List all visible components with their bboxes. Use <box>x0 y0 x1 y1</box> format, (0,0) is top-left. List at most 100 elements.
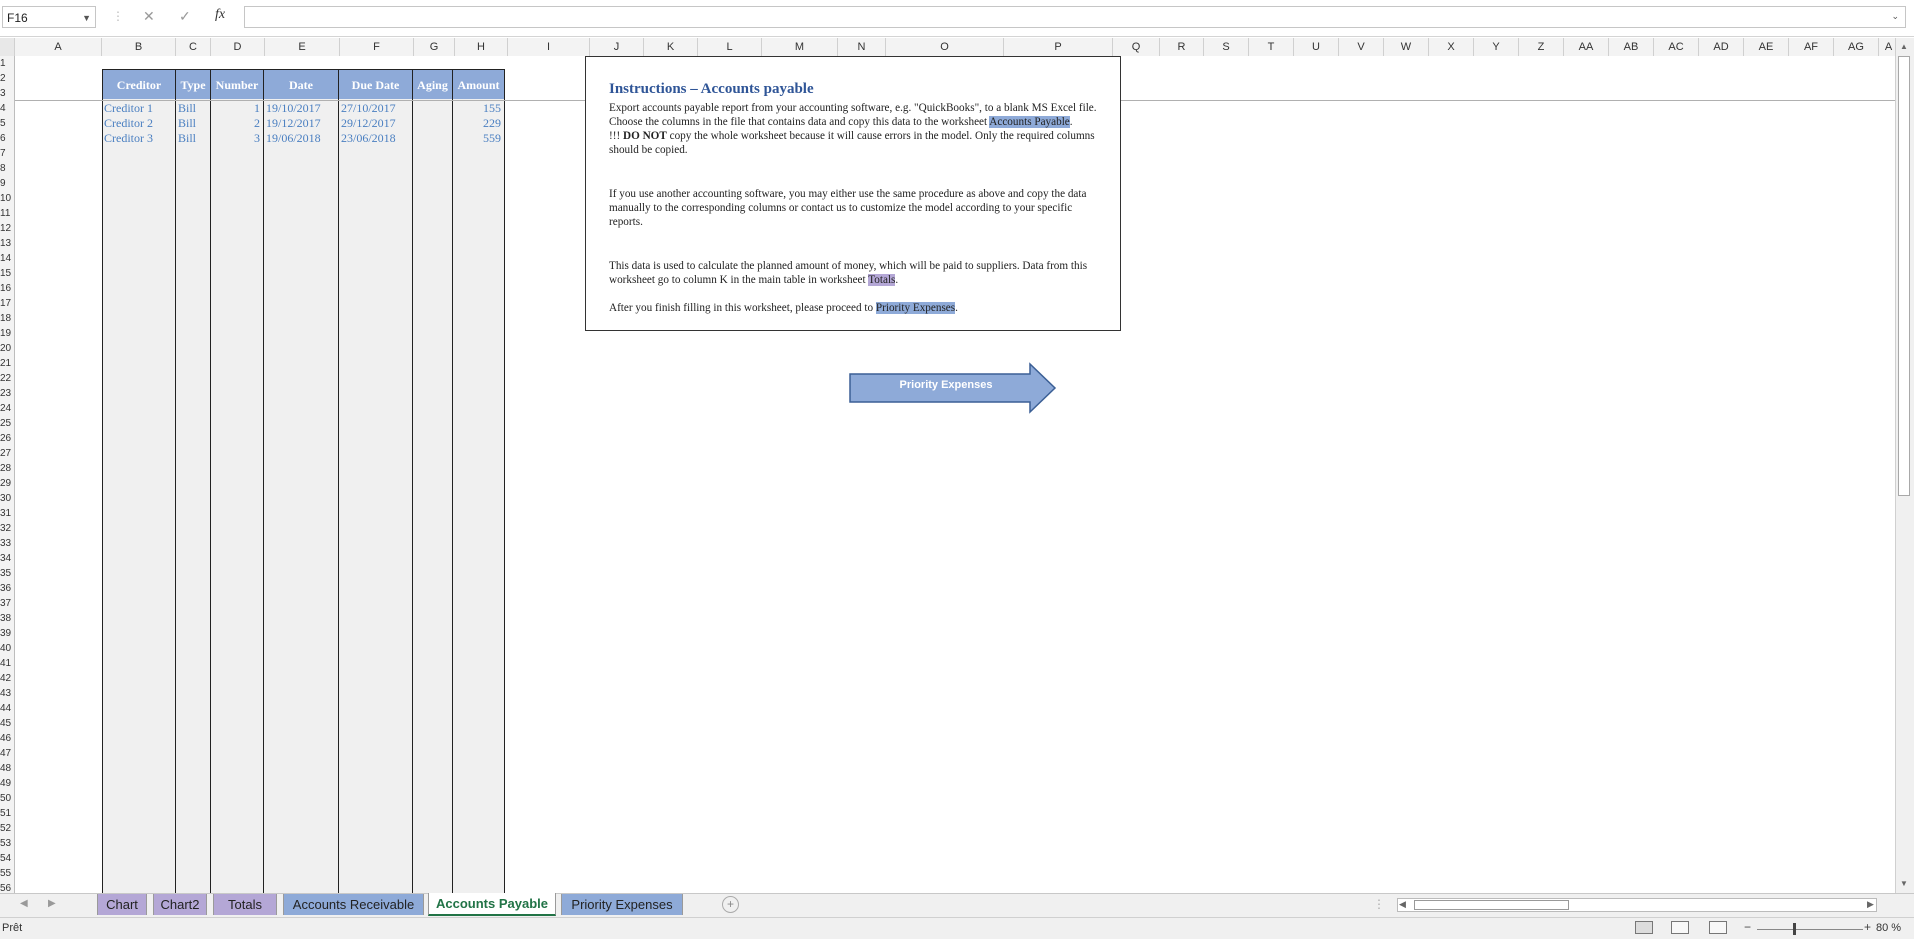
scroll-down-icon[interactable]: ▼ <box>1900 879 1908 888</box>
column-header[interactable]: F <box>340 38 414 56</box>
cell-amount[interactable]: 559 <box>455 131 501 146</box>
row-header[interactable]: 1 <box>0 56 14 71</box>
zoom-level[interactable]: 80 % <box>1876 922 1901 934</box>
row-header[interactable]: 3 <box>0 86 14 101</box>
row-header[interactable]: 23 <box>0 386 14 401</box>
tab-splitter-icon[interactable]: ⋮ <box>1373 897 1385 911</box>
link-accounts-payable[interactable]: Accounts Payable <box>989 116 1070 128</box>
link-totals[interactable]: Totals <box>868 274 896 286</box>
row-header[interactable]: 36 <box>0 581 14 596</box>
row-header[interactable]: 16 <box>0 281 14 296</box>
column-header[interactable]: I <box>508 38 590 56</box>
row-header[interactable]: 51 <box>0 806 14 821</box>
tab-chart[interactable]: Chart <box>97 894 147 915</box>
column-header[interactable]: P <box>1004 38 1113 56</box>
cell-due-date[interactable]: 23/06/2018 <box>341 131 396 146</box>
cell-due-date[interactable]: 29/12/2017 <box>341 116 396 131</box>
column-header[interactable]: X <box>1429 38 1474 56</box>
zoom-slider[interactable] <box>1757 929 1863 930</box>
cell-aging[interactable] <box>415 116 450 131</box>
cell-date[interactable]: 19/06/2018 <box>266 131 321 146</box>
add-sheet-icon[interactable]: + <box>722 896 739 913</box>
header-number[interactable]: Number <box>210 69 264 99</box>
row-header[interactable]: 4 <box>0 101 14 116</box>
row-header[interactable]: 33 <box>0 536 14 551</box>
row-header[interactable]: 56 <box>0 881 14 893</box>
row-header[interactable]: 35 <box>0 566 14 581</box>
column-header[interactable]: Y <box>1474 38 1519 56</box>
select-all-corner[interactable] <box>0 38 15 56</box>
cell-date[interactable]: 19/10/2017 <box>266 101 321 116</box>
row-header[interactable]: 43 <box>0 686 14 701</box>
cell-number[interactable]: 1 <box>212 101 260 116</box>
cell-type[interactable]: Bill <box>178 116 196 131</box>
column-header[interactable]: V <box>1339 38 1384 56</box>
row-header[interactable]: 41 <box>0 656 14 671</box>
row-header[interactable]: 14 <box>0 251 14 266</box>
cell-aging[interactable] <box>415 131 450 146</box>
row-header[interactable]: 24 <box>0 401 14 416</box>
column-header[interactable]: B <box>102 38 176 56</box>
column-header[interactable]: Q <box>1113 38 1160 56</box>
column-header[interactable]: W <box>1384 38 1429 56</box>
row-header[interactable]: 38 <box>0 611 14 626</box>
row-header[interactable]: 5 <box>0 116 14 131</box>
cancel-icon[interactable]: ✕ <box>143 8 155 25</box>
column-header[interactable]: R <box>1160 38 1204 56</box>
row-header[interactable]: 49 <box>0 776 14 791</box>
row-header[interactable]: 54 <box>0 851 14 866</box>
row-header[interactable]: 52 <box>0 821 14 836</box>
row-header[interactable]: 10 <box>0 191 14 206</box>
row-header[interactable]: 8 <box>0 161 14 176</box>
tab-totals[interactable]: Totals <box>213 894 277 915</box>
cell-amount[interactable]: 155 <box>455 101 501 116</box>
cell-type[interactable]: Bill <box>178 101 196 116</box>
row-header[interactable]: 9 <box>0 176 14 191</box>
row-header[interactable]: 45 <box>0 716 14 731</box>
tab-accounts-receivable[interactable]: Accounts Receivable <box>283 894 424 915</box>
column-header[interactable]: AD <box>1699 38 1744 56</box>
row-header[interactable]: 29 <box>0 476 14 491</box>
scroll-left-icon[interactable]: ◀ <box>1399 899 1406 910</box>
row-header[interactable]: 42 <box>0 671 14 686</box>
tab-accounts-payable[interactable]: Accounts Payable <box>428 893 556 916</box>
row-header[interactable]: 26 <box>0 431 14 446</box>
row-header[interactable]: 34 <box>0 551 14 566</box>
row-header[interactable]: 30 <box>0 491 14 506</box>
row-header[interactable]: 44 <box>0 701 14 716</box>
column-header[interactable]: J <box>590 38 644 56</box>
row-header[interactable]: 48 <box>0 761 14 776</box>
column-header[interactable]: M <box>762 38 838 56</box>
header-aging[interactable]: Aging <box>412 69 453 99</box>
column-header[interactable]: O <box>886 38 1004 56</box>
zoom-in-icon[interactable]: + <box>1864 920 1871 934</box>
cell-number[interactable]: 3 <box>212 131 260 146</box>
column-header[interactable]: AG <box>1834 38 1879 56</box>
formula-input[interactable]: ⌄ <box>244 6 1906 28</box>
cell-type[interactable]: Bill <box>178 131 196 146</box>
zoom-out-icon[interactable]: − <box>1744 920 1751 934</box>
scroll-right-icon[interactable]: ▶ <box>1867 899 1874 910</box>
column-header[interactable]: D <box>211 38 265 56</box>
column-header[interactable]: Z <box>1519 38 1564 56</box>
row-header[interactable]: 31 <box>0 506 14 521</box>
cell-number[interactable]: 2 <box>212 116 260 131</box>
link-priority-expenses[interactable]: Priority Expenses <box>875 302 956 314</box>
header-type[interactable]: Type <box>175 69 211 99</box>
row-header[interactable]: 39 <box>0 626 14 641</box>
cell-creditor[interactable]: Creditor 3 <box>104 131 153 146</box>
scroll-up-icon[interactable]: ▲ <box>1900 42 1908 51</box>
column-header[interactable]: AA <box>1564 38 1609 56</box>
column-header[interactable]: N <box>838 38 886 56</box>
row-header[interactable]: 25 <box>0 416 14 431</box>
row-header[interactable]: 55 <box>0 866 14 881</box>
column-header[interactable]: L <box>698 38 762 56</box>
cell-creditor[interactable]: Creditor 1 <box>104 101 153 116</box>
cell-creditor[interactable]: Creditor 2 <box>104 116 153 131</box>
row-header[interactable]: 2 <box>0 71 14 86</box>
column-header[interactable]: AE <box>1744 38 1789 56</box>
header-amount[interactable]: Amount <box>452 69 505 99</box>
column-header[interactable]: H <box>455 38 508 56</box>
row-header[interactable]: 15 <box>0 266 14 281</box>
column-header[interactable]: A <box>15 38 102 56</box>
